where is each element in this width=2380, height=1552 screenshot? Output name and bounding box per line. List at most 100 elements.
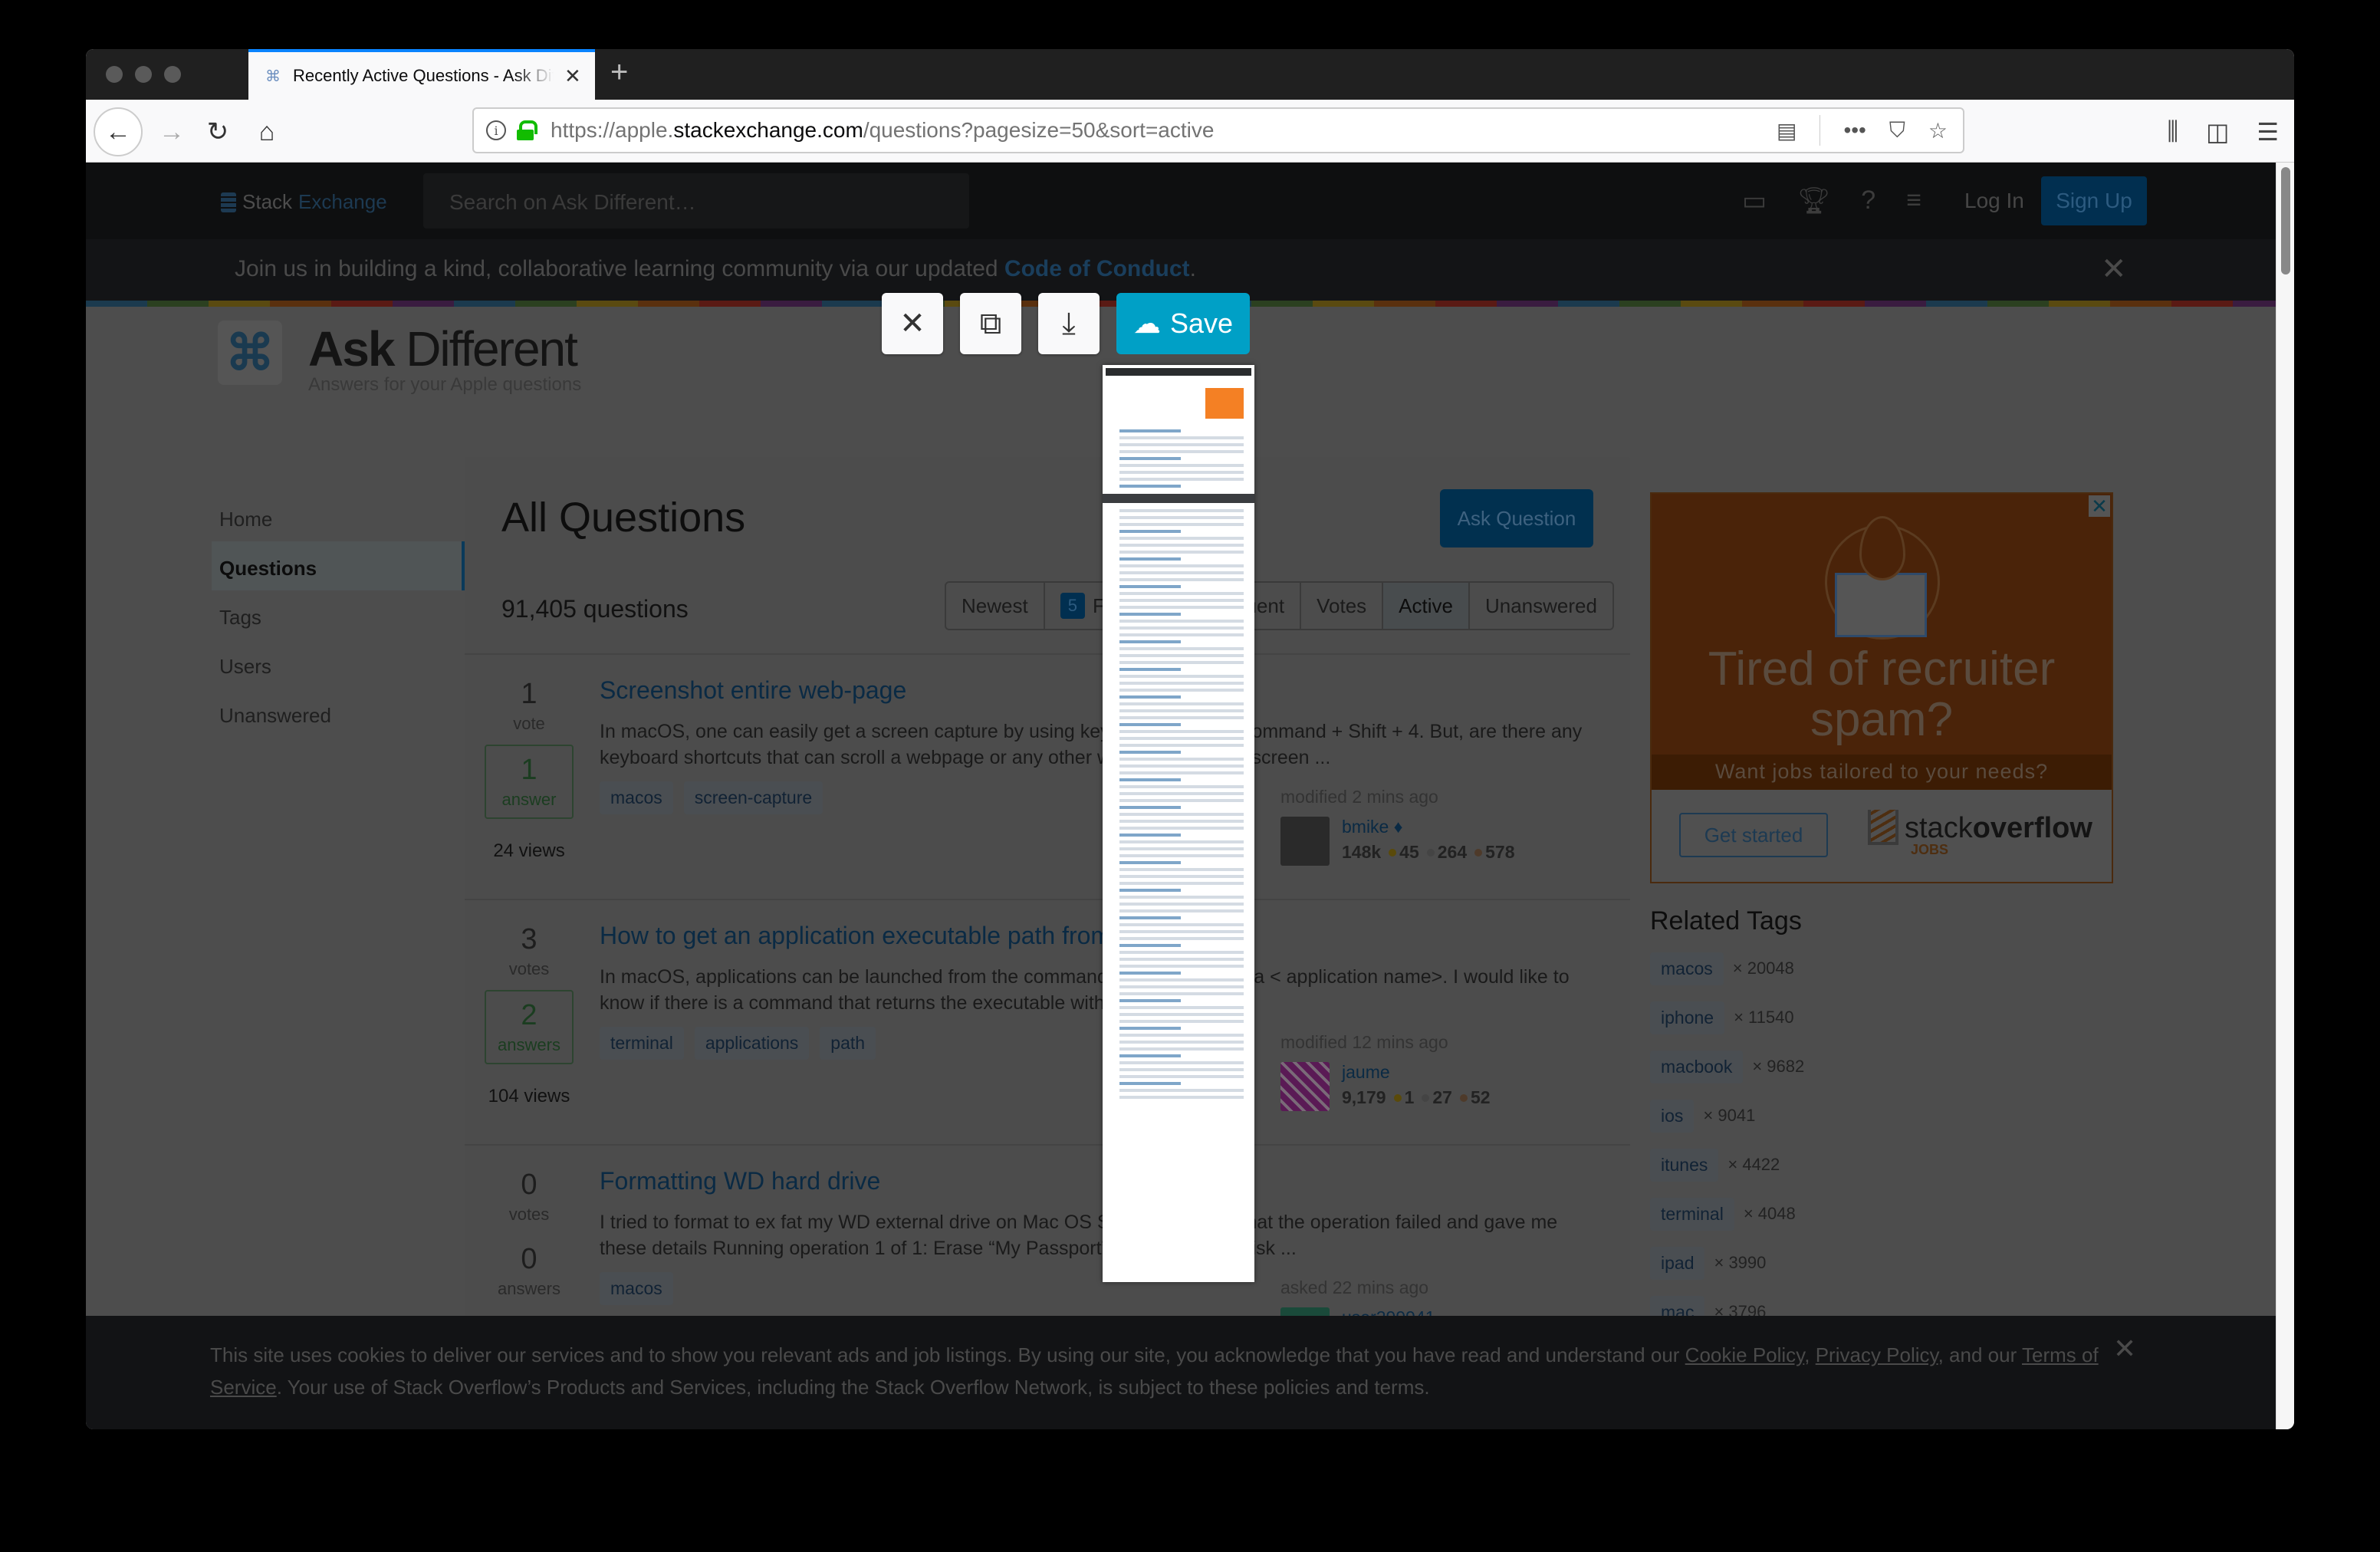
menu-icon[interactable]: ☰ [2257,117,2279,146]
cookie-policy-link[interactable]: Cookie Policy [1685,1343,1805,1366]
reader-view-icon[interactable]: ▤ [1777,118,1797,143]
jobs-advertisement[interactable]: ✕ Tired of recruiter spam? Want jobs tai… [1650,492,2113,883]
save-screenshot-button[interactable]: ☁ Save [1116,293,1250,354]
forward-button[interactable]: → [149,109,195,155]
preview-line [1119,737,1244,740]
avatar[interactable] [1280,817,1330,866]
signup-button[interactable]: Sign Up [2041,176,2147,225]
logo-stack-text: Stack [242,190,293,213]
pocket-icon[interactable]: ⛉ [1889,118,1905,143]
inbox-icon[interactable]: ▭ [1742,186,1767,216]
trophy-icon[interactable]: 🏆︎ [1797,186,1830,216]
url-bar[interactable]: i https://apple.stackexchange.com/questi… [472,107,1964,153]
filter-newest[interactable]: Newest [946,583,1045,629]
preview-line [1119,944,1181,947]
stackexchange-logo[interactable]: Stack Exchange [221,190,387,214]
sidebar-icon[interactable]: ◫ [2206,117,2229,146]
copy-screenshot-button[interactable]: ⧉ [960,293,1021,354]
url-text[interactable]: https://apple.stackexchange.com/question… [551,118,1214,143]
preview-line [1119,785,1244,788]
stackexchange-icon [221,192,236,212]
nav-item-users[interactable]: Users [212,640,465,689]
lock-icon[interactable] [517,120,537,140]
tag-chip[interactable]: path [820,1027,876,1060]
zoom-window-button[interactable] [164,66,181,83]
preview-line [1119,882,1244,885]
help-icon[interactable]: ? [1861,186,1875,216]
tag-chip[interactable]: applications [694,1027,810,1060]
preview-line [1119,1075,1244,1078]
avatar[interactable] [1280,1062,1330,1111]
scrollbar-thumb[interactable] [2281,167,2290,275]
code-of-conduct-link[interactable]: Code of Conduct [1004,256,1190,281]
answer-count: 0 answers [485,1235,574,1307]
ask-question-button[interactable]: Ask Question [1440,489,1593,547]
preview-line [1119,1054,1181,1057]
preview-line [1119,758,1244,761]
tag-chip[interactable]: itunes [1650,1148,1719,1182]
reload-button[interactable]: ↻ [195,109,241,155]
privacy-policy-link[interactable]: Privacy Policy [1816,1343,1938,1366]
download-icon: ⤓ [1062,306,1076,340]
question-title-link[interactable]: How to get an application executable pat… [600,922,1604,950]
page-scrollbar[interactable] [2276,163,2294,1429]
gold-badge-icon [1389,849,1397,857]
close-tab-icon[interactable]: ✕ [564,64,581,88]
back-button[interactable]: ← [94,107,143,156]
preview-line [1119,523,1244,526]
user-name-link[interactable]: jaume [1342,1062,1491,1083]
tag-chip[interactable]: macos [600,1272,673,1305]
question-owner: modified 12 mins ago jaume 9,179 1 27 52 [1280,1032,1603,1111]
filter-active[interactable]: Active [1383,583,1470,629]
logo-exchange-text: Exchange [298,190,387,213]
tag-chip[interactable]: screen-capture [683,781,823,814]
sort-filters: Newest 5Featured Frequent Votes Active U… [945,581,1614,630]
more-icon[interactable]: ••• [1843,118,1866,143]
info-icon[interactable]: i [486,120,506,140]
vote-number: 0 [521,1169,537,1201]
get-started-button[interactable]: Get started [1679,813,1828,857]
screenshot-preview[interactable] [1103,365,1254,1282]
cancel-screenshot-button[interactable]: ✕ [882,293,943,354]
tag-chip[interactable]: macos [1650,952,1724,985]
tag-chip[interactable]: ios [1650,1099,1695,1133]
question-title-link[interactable]: Screenshot entire web-page [600,676,1604,705]
preview-line [1119,751,1181,754]
nav-item-tags[interactable]: Tags [212,590,465,640]
vote-count: 1 vote [485,678,574,734]
filter-unanswered[interactable]: Unanswered [1470,583,1612,629]
preview-line [1119,875,1244,878]
nav-item-unanswered[interactable]: Unanswered [212,689,465,738]
close-cookie-bar-icon[interactable]: ✕ [2113,1333,2136,1365]
filter-votes[interactable]: Votes [1301,583,1384,629]
tag-chip[interactable]: iphone [1650,1001,1725,1034]
filter-label: Active [1399,594,1453,617]
close-ad-icon[interactable]: ✕ [2089,495,2110,518]
tag-chip[interactable]: ipad [1650,1246,1705,1280]
preview-line [1119,916,1181,919]
browser-tab[interactable]: ⌘ Recently Active Questions - Ask Differ… [248,49,595,100]
tag-chip[interactable]: macbook [1650,1050,1744,1083]
bookmark-star-icon[interactable]: ☆ [1928,118,1948,143]
answer-count: 2 answers [485,990,574,1064]
user-name-link[interactable]: bmike ♦ [1342,817,1515,837]
download-screenshot-button[interactable]: ⤓ [1038,293,1100,354]
site-switcher-icon[interactable]: ≡ [1906,186,1921,216]
stackoverflow-jobs-logo: stackoverflow JOBS [1868,810,2092,857]
new-tab-button[interactable]: + [610,55,628,90]
site-search-input[interactable]: Search on Ask Different… [423,173,969,229]
preview-line [1119,689,1244,692]
nav-item-questions[interactable]: Questions [212,541,465,590]
close-window-button[interactable] [106,66,123,83]
login-link[interactable]: Log In [1964,189,2024,213]
tag-chip[interactable]: macos [600,781,673,814]
library-icon[interactable]: ⫼ [2167,117,2178,146]
tag-chip[interactable]: terminal [600,1027,684,1060]
nav-item-home[interactable]: Home [212,492,465,541]
related-tag-row: macbook × 9682 [1650,1050,2113,1083]
home-button[interactable]: ⌂ [244,109,290,155]
close-banner-icon[interactable]: ✕ [2101,252,2127,287]
minimize-window-button[interactable] [135,66,152,83]
question-title-link[interactable]: Formatting WD hard drive [600,1167,1604,1195]
tag-chip[interactable]: terminal [1650,1197,1734,1231]
